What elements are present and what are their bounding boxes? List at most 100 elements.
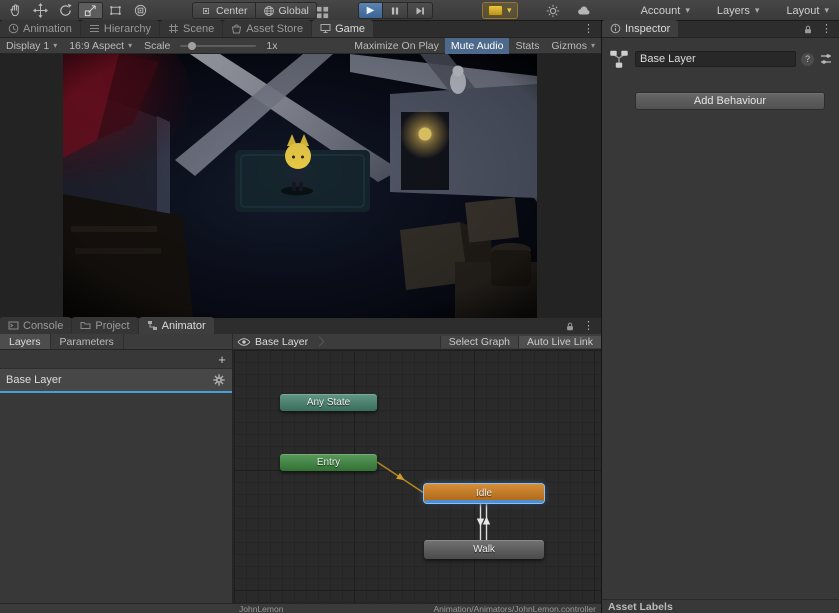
layers-dropdown[interactable]: Layers ▾ — [713, 3, 764, 19]
tab-animation[interactable]: Animation — [0, 20, 80, 37]
breadcrumb-separator-icon — [315, 337, 325, 347]
asset-labels-section[interactable]: Asset Labels — [602, 599, 839, 613]
tab-project[interactable]: Project — [72, 317, 137, 334]
pause-icon — [388, 4, 402, 18]
grid-snap-button[interactable] — [310, 4, 335, 21]
layer-name-field[interactable] — [635, 51, 796, 67]
tab-inspector[interactable]: Inspector — [602, 20, 678, 37]
state-node-idle[interactable]: Idle — [424, 484, 544, 503]
tab-hierarchy[interactable]: Hierarchy — [81, 20, 159, 37]
maximize-on-play-toggle[interactable]: Maximize On Play — [348, 38, 445, 54]
pivot-space-group: Center Global — [192, 2, 317, 19]
gear-icon[interactable] — [212, 373, 226, 387]
layer-row-base-layer[interactable]: Base Layer — [0, 369, 232, 393]
step-icon — [413, 4, 427, 18]
add-layer-button[interactable]: + — [212, 350, 232, 369]
info-icon — [610, 23, 621, 34]
state-node-walk[interactable]: Walk — [424, 540, 544, 559]
move-tool-icon — [33, 3, 48, 18]
display-dropdown-label: Display 1 — [6, 40, 49, 52]
mute-audio-toggle[interactable]: Mute Audio — [445, 38, 510, 54]
globe-icon — [263, 5, 275, 17]
tab-label: Asset Store — [246, 23, 303, 35]
play-button[interactable]: ▶ — [358, 2, 383, 19]
collab-button[interactable]: ▾ — [482, 2, 518, 19]
step-button[interactable] — [408, 2, 433, 19]
tab-layers[interactable]: Layers — [0, 334, 51, 349]
breadcrumb-layer-label[interactable]: Base Layer — [255, 336, 308, 348]
display-dropdown[interactable]: Display 1 ▾ — [0, 38, 63, 54]
animator-breadcrumb: Base Layer Select Graph Auto Live Link — [233, 334, 601, 349]
chevron-down-icon: ▾ — [591, 41, 595, 50]
tab-label: Animator — [162, 320, 206, 332]
asset-labels-heading: Asset Labels — [608, 601, 673, 613]
rect-tool-button[interactable] — [103, 2, 128, 19]
aspect-dropdown-label: 16:9 Aspect — [69, 40, 124, 52]
statemachine-icon — [147, 320, 158, 331]
tab-label: Animation — [23, 23, 72, 35]
space-toggle-button[interactable]: Global — [256, 2, 317, 19]
add-behaviour-button[interactable]: Add Behaviour — [635, 92, 825, 110]
animator-graph-canvas[interactable]: Any State Entry Idle Walk — [234, 350, 601, 603]
transform-tool-icon — [133, 3, 148, 18]
scale-slider-knob[interactable] — [188, 42, 196, 50]
tab-label: Console — [23, 320, 63, 332]
cloud-button[interactable] — [572, 2, 596, 19]
transition-arrows — [234, 350, 601, 603]
game-rendered-scene[interactable] — [63, 54, 537, 318]
tab-asset-store[interactable]: Asset Store — [223, 20, 311, 37]
account-dropdown[interactable]: Account ▾ — [637, 3, 694, 19]
animator-controller-icon — [608, 48, 630, 70]
layout-dropdown[interactable]: Layout ▾ — [782, 3, 833, 19]
tab-label: Hierarchy — [104, 23, 151, 35]
stats-toggle[interactable]: Stats — [509, 38, 545, 54]
services-sun-icon — [546, 4, 560, 18]
rotate-tool-button[interactable] — [53, 2, 78, 19]
panel-menu-icon[interactable]: ⋮ — [819, 24, 834, 35]
state-label: Idle — [476, 488, 492, 499]
pause-button[interactable] — [383, 2, 408, 19]
scale-tool-button[interactable] — [78, 2, 103, 19]
help-icon[interactable]: ? — [801, 53, 814, 66]
services-button[interactable] — [541, 2, 565, 19]
transform-tool-button[interactable] — [128, 2, 153, 19]
hand-tool-button[interactable] — [3, 2, 28, 19]
lock-icon[interactable] — [803, 24, 813, 35]
list-icon — [89, 23, 100, 34]
state-label: Any State — [307, 397, 350, 408]
aspect-dropdown[interactable]: 16:9 Aspect ▾ — [63, 38, 138, 54]
presets-icon[interactable] — [819, 52, 833, 66]
main-toolbar: Center Global ▶ ▾ — [0, 0, 839, 21]
auto-live-link-button[interactable]: Auto Live Link — [518, 336, 601, 348]
tab-label: Project — [95, 320, 129, 332]
lock-icon[interactable] — [565, 321, 575, 332]
transform-tools-group — [3, 0, 153, 19]
tab-label: Inspector — [625, 23, 670, 35]
eye-icon — [237, 337, 251, 347]
inspector-name-row: ? — [608, 48, 833, 70]
gizmos-dropdown[interactable]: Gizmos ▾ — [545, 38, 601, 54]
clock-icon — [8, 23, 19, 34]
selected-object-name: JohnLemon — [239, 604, 283, 613]
chevron-down-icon: ▾ — [507, 5, 512, 16]
animator-toolbar: Layers Parameters Base Layer Select Grap… — [0, 334, 601, 350]
tab-scene[interactable]: Scene — [160, 20, 222, 37]
rotate-tool-icon — [58, 3, 73, 18]
layers-dropdown-label: Layers — [717, 5, 750, 17]
state-node-any-state[interactable]: Any State — [280, 394, 377, 411]
tab-parameters[interactable]: Parameters — [51, 334, 124, 349]
move-tool-button[interactable] — [28, 2, 53, 19]
tab-console[interactable]: Console — [0, 317, 71, 334]
state-node-entry[interactable]: Entry — [280, 454, 377, 471]
scale-slider[interactable] — [180, 45, 256, 47]
chevron-down-icon: ▾ — [755, 5, 760, 16]
tab-game[interactable]: Game — [312, 20, 373, 37]
panel-menu-icon[interactable]: ⋮ — [581, 24, 596, 35]
pivot-toggle-button[interactable]: Center — [192, 2, 256, 19]
game-view-toolbar: Display 1 ▾ 16:9 Aspect ▾ Scale 1x Maxim… — [0, 38, 601, 54]
scale-label: Scale — [138, 38, 176, 54]
panel-menu-icon[interactable]: ⋮ — [581, 321, 596, 332]
tab-animator[interactable]: Animator — [139, 317, 214, 334]
select-graph-button[interactable]: Select Graph — [440, 336, 518, 348]
grid-icon — [315, 5, 330, 20]
